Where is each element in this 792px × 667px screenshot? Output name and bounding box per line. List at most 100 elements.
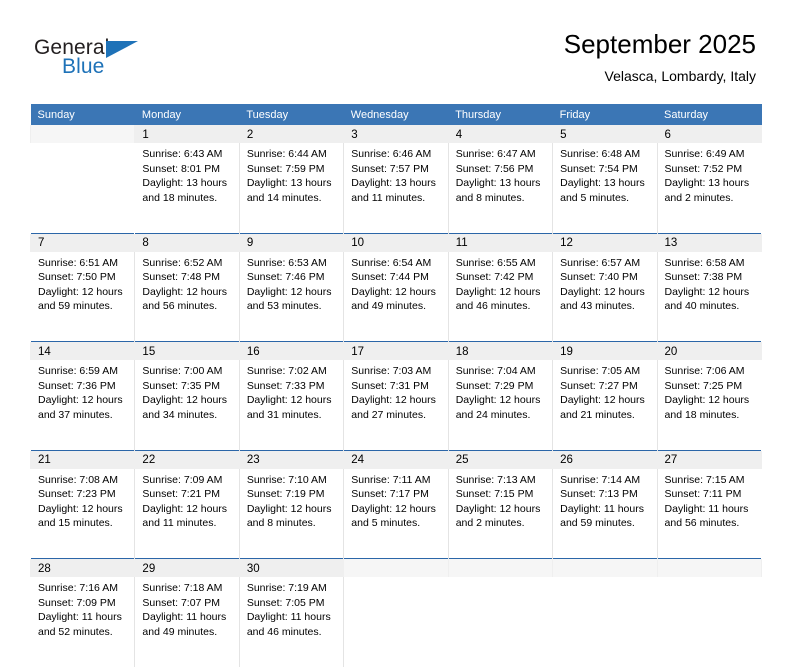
day-cell[interactable]: Sunrise: 6:59 AM Sunset: 7:36 PM Daylight:… bbox=[29, 360, 136, 450]
weekday-header-tuesday: Tuesday bbox=[239, 104, 344, 125]
day-cell[interactable]: Sunrise: 6:44 AM Sunset: 7:59 PM Daylight:… bbox=[238, 143, 345, 233]
sunset-text: Sunset: 7:15 PM bbox=[455, 488, 534, 501]
day-number[interactable]: 6 bbox=[656, 125, 763, 143]
day-number[interactable]: 18 bbox=[447, 341, 554, 360]
day-cell[interactable]: Sunrise: 6:52 AM Sunset: 7:48 PM Daylight:… bbox=[134, 251, 240, 342]
day-number[interactable]: 10 bbox=[343, 232, 449, 252]
day-cell[interactable]: Sunrise: 7:11 AM Sunset: 7:17 PM Daylight:… bbox=[343, 468, 449, 559]
day-number[interactable]: 25 bbox=[447, 449, 554, 469]
day-cell[interactable]: Sunrise: 7:05 AM Sunset: 7:27 PM Daylight:… bbox=[552, 360, 658, 450]
day-cell[interactable]: Sunrise: 6:54 AM Sunset: 7:44 PM Daylight:… bbox=[343, 251, 449, 342]
day-cell[interactable]: Sunrise: 7:15 AM Sunset: 7:11 PM Daylight:… bbox=[656, 468, 763, 559]
sunset-text: Sunset: 7:54 PM bbox=[560, 162, 638, 175]
daylight-text-line2: and 34 minutes. bbox=[142, 408, 218, 421]
sunset-text: Sunset: 7:05 PM bbox=[246, 596, 325, 609]
week-daynumber-row: 14 15 16 17 18 19 20 bbox=[29, 341, 763, 360]
day-number-empty bbox=[656, 558, 763, 577]
sunrise-text: Sunrise: 7:10 AM bbox=[246, 473, 327, 486]
sunset-text: Sunset: 7:09 PM bbox=[38, 596, 116, 609]
day-number[interactable]: 14 bbox=[29, 341, 136, 360]
sunset-text: Sunset: 7:57 PM bbox=[351, 162, 429, 175]
sunset-text: Sunset: 7:31 PM bbox=[351, 379, 429, 392]
day-number[interactable]: 4 bbox=[447, 125, 554, 143]
day-cell[interactable]: Sunrise: 6:57 AM Sunset: 7:40 PM Daylight:… bbox=[552, 251, 658, 342]
sunset-text: Sunset: 7:46 PM bbox=[246, 271, 325, 284]
daylight-text-line1: Daylight: 12 hours bbox=[455, 502, 541, 515]
day-number[interactable]: 17 bbox=[343, 341, 449, 360]
day-cell[interactable]: Sunrise: 6:43 AM Sunset: 8:01 PM Daylight:… bbox=[134, 143, 240, 233]
day-number[interactable]: 9 bbox=[238, 232, 345, 252]
day-number[interactable]: 29 bbox=[134, 558, 240, 577]
day-cell[interactable]: Sunrise: 6:55 AM Sunset: 7:42 PM Daylight:… bbox=[447, 251, 554, 342]
daylight-text-line2: and 56 minutes. bbox=[142, 300, 218, 313]
day-number[interactable]: 21 bbox=[29, 449, 136, 469]
day-cell[interactable]: Sunrise: 6:53 AM Sunset: 7:46 PM Daylight:… bbox=[238, 251, 345, 342]
daylight-text-line1: Daylight: 12 hours bbox=[246, 502, 332, 515]
day-cell[interactable]: Sunrise: 7:02 AM Sunset: 7:33 PM Daylight:… bbox=[238, 360, 345, 450]
sunrise-text: Sunrise: 7:19 AM bbox=[246, 582, 327, 594]
daylight-text-line1: Daylight: 12 hours bbox=[560, 394, 645, 407]
day-number[interactable]: 27 bbox=[656, 449, 763, 469]
day-cell[interactable]: Sunrise: 7:09 AM Sunset: 7:21 PM Daylight:… bbox=[134, 468, 240, 559]
day-number[interactable]: 2 bbox=[238, 125, 345, 143]
weekday-header-wednesday: Wednesday bbox=[343, 104, 449, 125]
day-cell[interactable]: Sunrise: 6:46 AM Sunset: 7:57 PM Daylight:… bbox=[343, 143, 449, 233]
daylight-text-line1: Daylight: 11 hours bbox=[142, 611, 227, 624]
day-number[interactable]: 15 bbox=[134, 341, 240, 360]
day-number[interactable]: 7 bbox=[29, 232, 136, 252]
sunrise-text: Sunrise: 6:55 AM bbox=[455, 256, 536, 269]
day-number[interactable]: 5 bbox=[552, 125, 658, 143]
day-number[interactable]: 30 bbox=[238, 558, 345, 577]
day-cell[interactable]: Sunrise: 6:49 AM Sunset: 7:52 PM Daylight:… bbox=[656, 143, 763, 233]
day-cell[interactable]: Sunrise: 7:00 AM Sunset: 7:35 PM Daylight:… bbox=[134, 360, 240, 450]
calendar-body: 1 2 3 4 5 6 Sunrise: 6:43 AM Sunset: 8:01 PM Day… bbox=[29, 125, 763, 667]
day-number[interactable]: 19 bbox=[552, 341, 658, 360]
day-cell[interactable]: Sunrise: 7:13 AM Sunset: 7:15 PM Daylight:… bbox=[447, 468, 554, 559]
daylight-text-line2: and 2 minutes. bbox=[455, 517, 525, 530]
week-daynumber-row: 21 22 23 24 25 26 27 bbox=[29, 449, 763, 469]
day-number[interactable]: 1 bbox=[134, 125, 240, 143]
day-cell[interactable]: Sunrise: 7:19 AM Sunset: 7:05 PM Daylight:… bbox=[238, 577, 345, 667]
page-header: General Blue September 2025 Velasca, Lom… bbox=[0, 0, 792, 100]
day-cell[interactable]: Sunrise: 7:14 AM Sunset: 7:13 PM Daylight:… bbox=[552, 468, 658, 559]
day-cell-empty bbox=[552, 577, 658, 667]
daylight-text-line2: and 21 minutes. bbox=[560, 408, 635, 421]
day-number[interactable]: 20 bbox=[656, 341, 763, 360]
day-cell[interactable]: Sunrise: 7:08 AM Sunset: 7:23 PM Daylight:… bbox=[29, 468, 136, 559]
day-cell[interactable]: Sunrise: 7:16 AM Sunset: 7:09 PM Daylight:… bbox=[29, 577, 136, 667]
day-number[interactable]: 12 bbox=[552, 232, 658, 252]
daylight-text-line2: and 8 minutes. bbox=[246, 517, 316, 530]
day-cell[interactable]: Sunrise: 6:48 AM Sunset: 7:54 PM Daylight:… bbox=[552, 143, 658, 233]
daylight-text-line2: and 18 minutes. bbox=[664, 408, 740, 421]
day-cell[interactable]: Sunrise: 7:06 AM Sunset: 7:25 PM Daylight:… bbox=[656, 360, 763, 450]
sunset-text: Sunset: 7:19 PM bbox=[246, 488, 325, 501]
sunrise-text: Sunrise: 7:05 AM bbox=[560, 365, 641, 377]
daylight-text-line1: Daylight: 12 hours bbox=[142, 394, 228, 407]
daylight-text-line2: and 52 minutes. bbox=[38, 625, 113, 638]
day-number[interactable]: 22 bbox=[134, 449, 240, 469]
day-cell[interactable]: Sunrise: 7:04 AM Sunset: 7:29 PM Daylight:… bbox=[447, 360, 554, 450]
calendar-page: General Blue September 2025 Velasca, Lom… bbox=[0, 0, 792, 667]
week-daynumber-row: 28 29 30 bbox=[29, 558, 763, 577]
daylight-text-line1: Daylight: 12 hours bbox=[351, 502, 436, 515]
sunrise-text: Sunrise: 6:51 AM bbox=[38, 256, 118, 269]
day-number[interactable]: 3 bbox=[343, 125, 449, 143]
day-cell[interactable]: Sunrise: 7:10 AM Sunset: 7:19 PM Daylight:… bbox=[238, 468, 345, 559]
day-cell[interactable]: Sunrise: 6:47 AM Sunset: 7:56 PM Daylight:… bbox=[447, 143, 554, 233]
sunset-text: Sunset: 7:29 PM bbox=[455, 379, 534, 392]
general-blue-logo[interactable]: General Blue bbox=[34, 36, 184, 84]
day-cell[interactable]: Sunrise: 6:51 AM Sunset: 7:50 PM Daylight:… bbox=[29, 251, 136, 342]
day-number[interactable]: 13 bbox=[656, 232, 763, 252]
sunset-text: Sunset: 7:21 PM bbox=[142, 488, 221, 501]
day-number[interactable]: 28 bbox=[29, 558, 136, 577]
day-number[interactable]: 16 bbox=[238, 341, 345, 360]
sunrise-text: Sunrise: 7:15 AM bbox=[664, 473, 745, 486]
day-cell[interactable]: Sunrise: 6:58 AM Sunset: 7:38 PM Daylight:… bbox=[656, 251, 763, 342]
day-number[interactable]: 26 bbox=[552, 449, 658, 469]
day-number[interactable]: 11 bbox=[447, 232, 554, 252]
day-number[interactable]: 23 bbox=[238, 449, 345, 469]
day-number[interactable]: 8 bbox=[134, 232, 240, 252]
day-number[interactable]: 24 bbox=[343, 449, 449, 469]
day-cell[interactable]: Sunrise: 7:18 AM Sunset: 7:07 PM Daylight:… bbox=[134, 577, 240, 667]
day-cell[interactable]: Sunrise: 7:03 AM Sunset: 7:31 PM Daylight:… bbox=[343, 360, 449, 450]
